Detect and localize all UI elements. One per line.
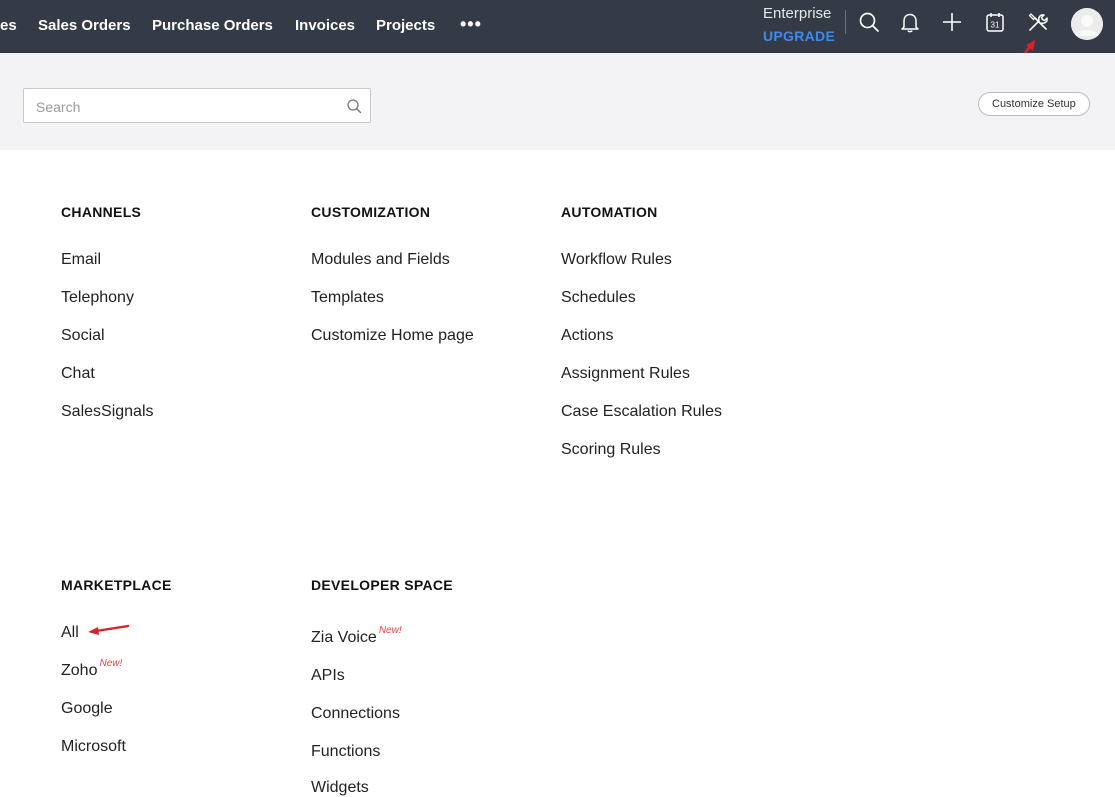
new-badge: New!	[99, 658, 123, 669]
top-navigation-bar: es Sales Orders Purchase Orders Invoices…	[0, 0, 1115, 53]
developer-item-connections[interactable]: Connections	[311, 705, 400, 723]
search-icon[interactable]	[858, 11, 880, 33]
nav-divider	[845, 10, 846, 34]
developer-item-zia-voice-label: Zia Voice	[311, 629, 377, 646]
section-title-channels: CHANNELS	[61, 204, 142, 220]
channels-item-salessignals[interactable]: SalesSignals	[61, 403, 154, 421]
automation-item-scoring-rules[interactable]: Scoring Rules	[561, 441, 661, 459]
annotation-arrow-all	[88, 624, 130, 635]
customize-setup-button[interactable]: Customize Setup	[978, 92, 1090, 116]
nav-item-cases[interactable]: es	[0, 17, 17, 34]
search-field-icon[interactable]	[346, 98, 362, 114]
section-title-marketplace: MARKETPLACE	[61, 577, 172, 593]
automation-item-case-escalation-rules[interactable]: Case Escalation Rules	[561, 403, 722, 421]
tools-icon[interactable]	[1027, 11, 1049, 33]
setup-search-band: Customize Setup	[0, 53, 1115, 150]
search-box	[23, 88, 371, 124]
section-title-customization: CUSTOMIZATION	[311, 204, 431, 220]
channels-item-email[interactable]: Email	[61, 251, 101, 269]
automation-item-workflow-rules[interactable]: Workflow Rules	[561, 251, 672, 269]
calendar-day-label: 31	[991, 21, 1000, 30]
customization-item-customize-home-page[interactable]: Customize Home page	[311, 327, 474, 345]
marketplace-item-zoho[interactable]: Zoho New!	[61, 658, 122, 680]
customization-item-templates[interactable]: Templates	[311, 289, 384, 307]
marketplace-item-all[interactable]: All	[61, 624, 79, 642]
developer-item-zia-voice[interactable]: Zia Voice New!	[311, 625, 402, 647]
section-title-automation: AUTOMATION	[561, 204, 658, 220]
channels-item-chat[interactable]: Chat	[61, 365, 95, 383]
avatar[interactable]	[1071, 8, 1103, 40]
channels-item-social[interactable]: Social	[61, 327, 105, 345]
customization-item-modules-and-fields[interactable]: Modules and Fields	[311, 251, 450, 269]
automation-item-assignment-rules[interactable]: Assignment Rules	[561, 365, 690, 383]
automation-item-actions[interactable]: Actions	[561, 327, 613, 345]
bell-icon[interactable]	[899, 11, 921, 33]
marketplace-item-microsoft[interactable]: Microsoft	[61, 738, 126, 756]
more-menu-icon[interactable]: •••	[460, 14, 482, 35]
nav-item-invoices[interactable]: Invoices	[295, 17, 355, 34]
developer-item-apis[interactable]: APIs	[311, 667, 345, 685]
developer-item-functions[interactable]: Functions	[311, 743, 380, 761]
nav-item-sales-orders[interactable]: Sales Orders	[38, 17, 131, 34]
upgrade-link[interactable]: UPGRADE	[763, 28, 835, 44]
automation-item-schedules[interactable]: Schedules	[561, 289, 636, 307]
plan-label: Enterprise	[763, 5, 832, 22]
section-title-developer-space: DEVELOPER SPACE	[311, 577, 453, 593]
search-input[interactable]	[34, 89, 338, 124]
developer-item-widgets[interactable]: Widgets	[311, 779, 369, 797]
marketplace-item-google[interactable]: Google	[61, 700, 113, 718]
nav-item-purchase-orders[interactable]: Purchase Orders	[152, 17, 273, 34]
marketplace-item-zoho-label: Zoho	[61, 662, 98, 679]
plus-icon[interactable]	[941, 11, 963, 33]
calendar-icon[interactable]: 31	[984, 11, 1006, 33]
new-badge: New!	[378, 625, 402, 636]
nav-item-projects[interactable]: Projects	[376, 17, 435, 34]
channels-item-telephony[interactable]: Telephony	[61, 289, 134, 307]
